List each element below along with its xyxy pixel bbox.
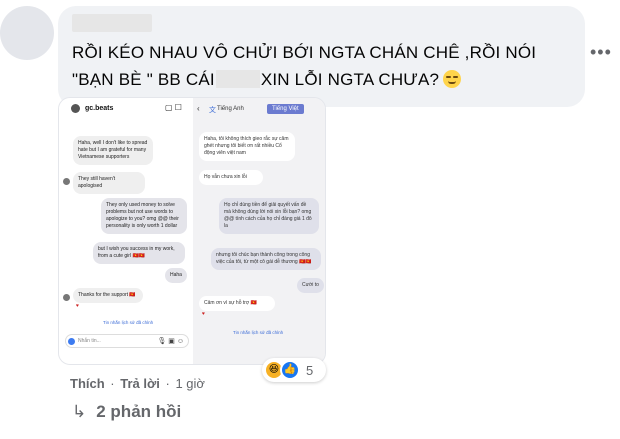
camera-icon (68, 338, 75, 345)
like-reaction-icon: 👍 (280, 360, 300, 380)
ig-sender-avatar (63, 178, 70, 185)
ig-header: gc.beats ▢ ☐ (63, 100, 191, 118)
ig-message-input: Nhắn tin... 🎙 ▣ ☺ (65, 334, 189, 348)
comment-text-part2: XIN LỖI NGTA CHƯA? (260, 70, 440, 89)
ig-heart-reaction: ♥ (76, 303, 79, 309)
ig-message: but I wish you success in my work, from … (93, 242, 185, 264)
translated-message: Cảm ơn vì sự hỗ trợ 🇻🇳 (199, 296, 275, 311)
author-name-redacted[interactable] (72, 14, 152, 32)
comment-timestamp[interactable]: 1 giờ (175, 376, 205, 391)
like-button[interactable]: Thích (70, 376, 105, 391)
comment-text: RỒI KÉO NHAU VÔ CHỬI BỚI NGTA CHÁN CHÊ ,… (72, 39, 572, 93)
ig-sender-avatar (63, 294, 70, 301)
translated-message: Haha, tôi không thích gieo rắc sự căm gh… (199, 132, 295, 161)
translate-header: ‹ 文 Tiếng Anh Tiếng Việt (193, 98, 325, 128)
translate-icon: 文 (209, 107, 216, 114)
ig-message: They only used money to solve problems b… (101, 198, 187, 234)
translated-message: Cười to (297, 278, 324, 293)
target-language: Tiếng Việt (267, 104, 304, 114)
attached-image[interactable]: gc.beats ▢ ☐ Haha, well I don't like to … (58, 97, 326, 365)
translate-bar: ‹ 文 Tiếng Anh Tiếng Việt (197, 104, 321, 118)
ig-header-icons: ▢ ☐ (165, 103, 182, 112)
source-language: Tiếng Anh (217, 106, 244, 112)
reaction-count: 5 (306, 363, 314, 378)
reply-button[interactable]: Trả lời (120, 376, 160, 391)
translated-heart: ♥ (202, 311, 205, 317)
back-arrow-icon: ‹ (197, 104, 200, 113)
translated-message: nhưng tôi chúc bạn thành công trong công… (211, 248, 321, 270)
comment-bubble: RỒI KÉO NHAU VÔ CHỬI BỚI NGTA CHÁN CHÊ ,… (58, 6, 585, 107)
ig-message: Haha, well I don't like to spread hate b… (73, 136, 153, 165)
instagram-dm-screenshot: gc.beats ▢ ☐ Haha, well I don't like to … (59, 98, 193, 364)
ig-history-link: Tin nhắn lịch sử đã chỉnh (103, 320, 154, 325)
translated-message: Họ chỉ dùng tiền để giải quyết vấn đề mà… (219, 198, 319, 234)
ig-message: Haha (165, 268, 187, 283)
redacted-word (215, 70, 260, 88)
ig-username: gc.beats (85, 105, 114, 112)
separator: · (110, 376, 115, 391)
replies-label: 2 phản hồi (96, 402, 182, 421)
reply-arrow-icon: ↳ (72, 402, 87, 421)
ig-avatar (71, 104, 80, 113)
translate-history-link: Tin nhắn lịch sử đã chỉnh (233, 330, 284, 335)
view-replies-button[interactable]: ↳ 2 phản hồi (72, 402, 181, 422)
ig-message: They still haven't apologised (73, 172, 145, 194)
pensive-face-icon (443, 70, 462, 88)
translated-message: Họ vẫn chưa xin lỗi (199, 170, 263, 185)
comment-actions: Thích · Trả lời · 1 giờ (70, 376, 205, 391)
more-options-button[interactable]: ••• (590, 42, 612, 63)
translated-screenshot: ‹ 文 Tiếng Anh Tiếng Việt Haha, tôi không… (193, 98, 325, 364)
separator: · (165, 376, 170, 391)
reaction-summary[interactable]: 😆 👍 5 (262, 358, 326, 382)
ig-input-tools-icons: 🎙 ▣ ☺ (157, 338, 184, 345)
ig-message: Thanks for the support 🇻🇳 (73, 288, 143, 303)
ig-input-placeholder: Nhắn tin... (78, 338, 101, 344)
commenter-avatar[interactable] (0, 6, 54, 60)
